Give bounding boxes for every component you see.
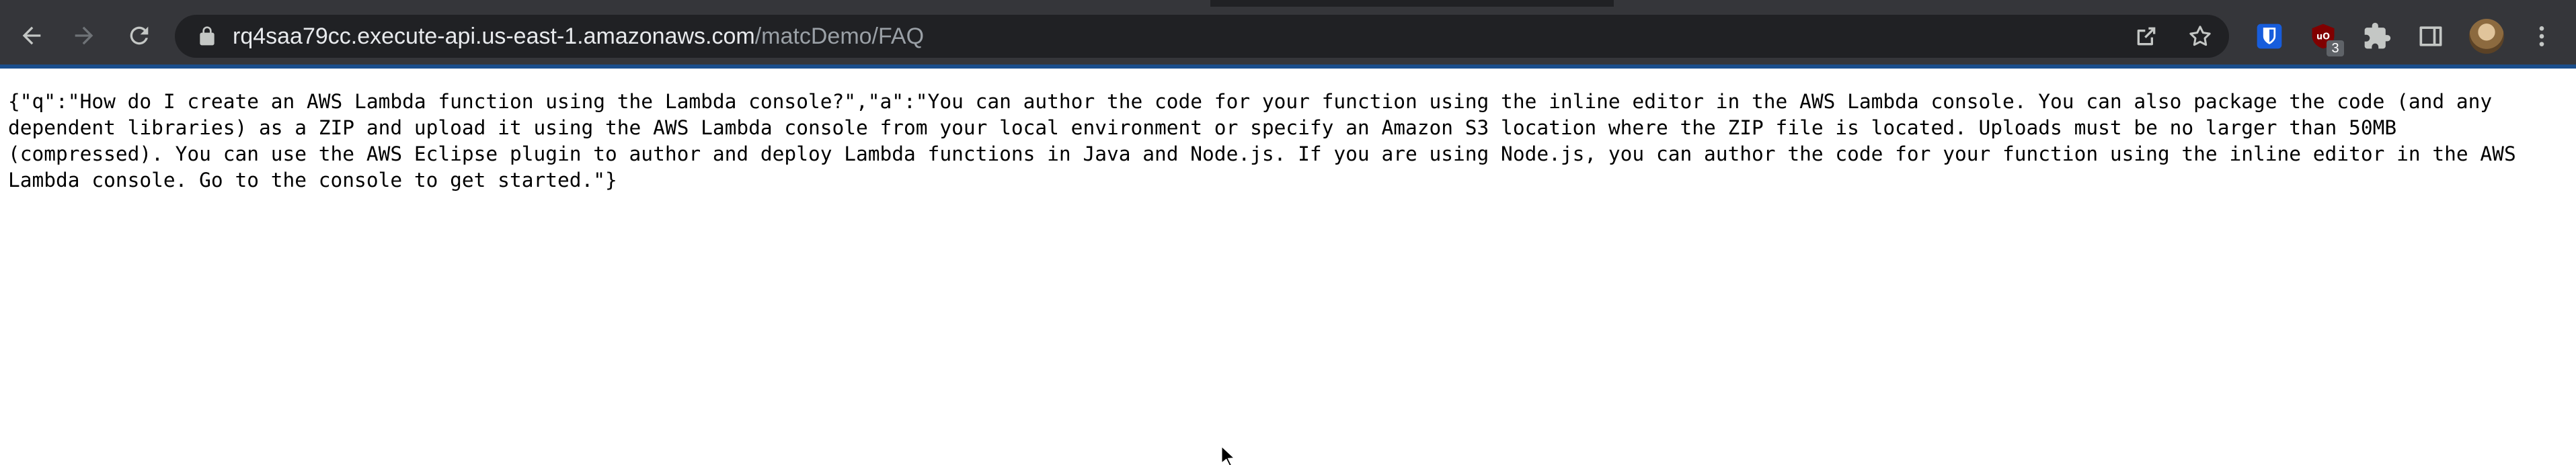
reload-icon (130, 26, 149, 45)
back-arrow-icon (22, 26, 41, 45)
browser-window: rq4saa79cc.execute-api.us-east-1.amazona… (0, 0, 2576, 465)
browser-menu-button[interactable] (2526, 20, 2558, 52)
puzzle-piece-icon (2364, 22, 2391, 49)
side-panel-button[interactable] (2415, 21, 2446, 52)
json-response-text: {"q":"How do I create an AWS Lambda func… (8, 90, 2528, 192)
bitwarden-shield-icon (2257, 24, 2282, 49)
tab-edge (1210, 0, 1614, 7)
forward-button[interactable] (55, 7, 113, 65)
forward-arrow-icon (75, 26, 93, 45)
ublock-badge-count: 3 (2327, 40, 2344, 56)
side-panel-icon (2419, 26, 2442, 46)
bookmark-button[interactable] (2187, 23, 2214, 50)
back-button[interactable] (3, 7, 61, 65)
kebab-menu-icon (2539, 26, 2544, 46)
extensions-button[interactable] (2362, 21, 2392, 52)
star-icon (2189, 26, 2211, 46)
share-button[interactable] (2133, 23, 2160, 50)
reload-button[interactable] (110, 7, 168, 65)
url-text[interactable]: rq4saa79cc.execute-api.us-east-1.amazona… (233, 15, 924, 58)
url-host: rq4saa79cc.execute-api.us-east-1.amazona… (233, 24, 755, 49)
profile-avatar[interactable] (2469, 19, 2504, 54)
mouse-cursor-icon (1221, 446, 1236, 465)
bitwarden-extension-button[interactable] (2254, 21, 2285, 52)
share-icon (2137, 27, 2156, 46)
address-bar[interactable]: rq4saa79cc.execute-api.us-east-1.amazona… (175, 15, 2229, 58)
url-path: /matcDemo/FAQ (754, 24, 925, 49)
lock-icon[interactable] (196, 26, 218, 47)
toolbar-accent-line (0, 65, 2576, 69)
tab-strip (0, 0, 2576, 7)
